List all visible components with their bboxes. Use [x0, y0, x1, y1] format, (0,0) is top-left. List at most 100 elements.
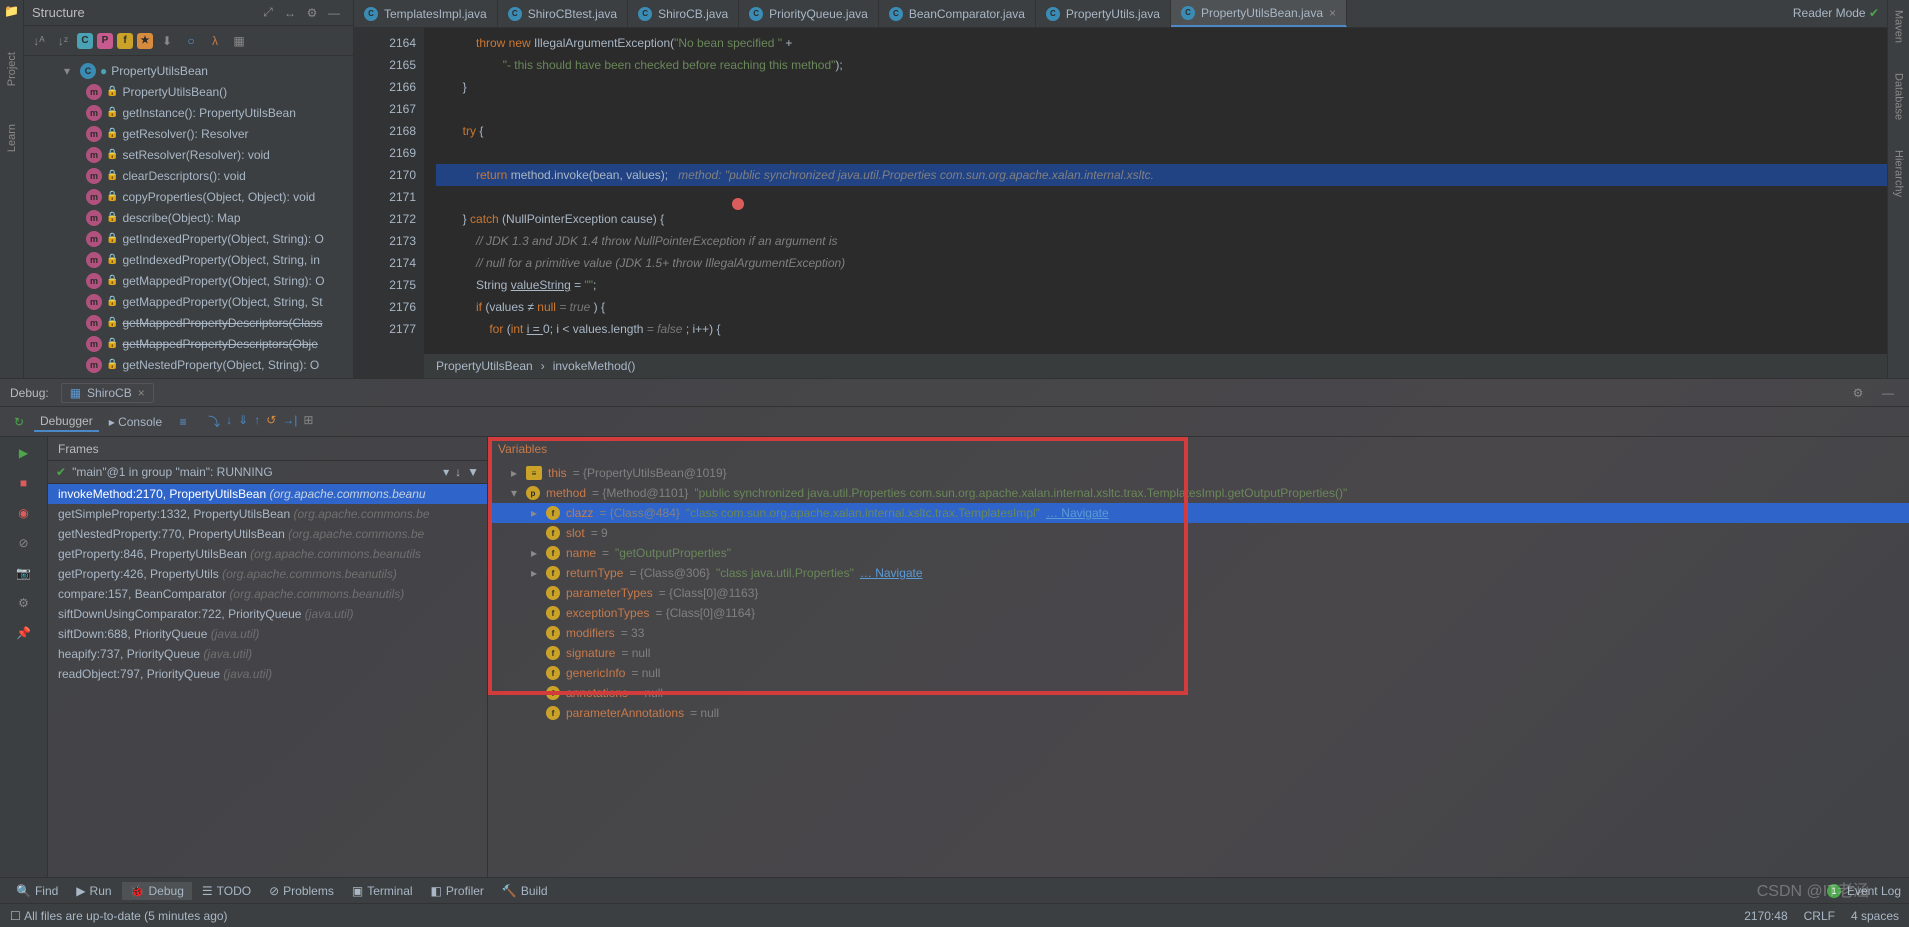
tree-method[interactable]: m🔒getMappedPropertyDescriptors(Obje: [24, 333, 353, 354]
tree-method[interactable]: m🔒getMappedPropertyDescriptors(Class: [24, 312, 353, 333]
variable-row[interactable]: fparameterTypes = {Class[0]@1163}: [488, 583, 1909, 603]
expand-icon[interactable]: ⤢: [258, 3, 278, 23]
filter3-icon[interactable]: ○: [181, 31, 201, 51]
step-over-icon[interactable]: ⤵: [208, 413, 220, 430]
expand-icon[interactable]: ▸: [508, 466, 520, 480]
bottom-tab-debug[interactable]: 🐞Debug: [122, 882, 192, 900]
tree-method[interactable]: m🔒clearDescriptors(): void: [24, 165, 353, 186]
bottom-tab-todo[interactable]: ☰TODO: [194, 882, 259, 900]
breadcrumb-method[interactable]: invokeMethod(): [553, 359, 636, 373]
tree-method[interactable]: m🔒getIndexedProperty(Object, String): O: [24, 228, 353, 249]
settings2-icon[interactable]: ⚙: [14, 593, 34, 613]
line-number[interactable]: 2171: [354, 186, 416, 208]
evaluate-icon[interactable]: ⊞: [303, 413, 313, 430]
breadcrumb[interactable]: PropertyUtilsBean › invokeMethod(): [424, 354, 1909, 378]
debugger-tab[interactable]: Debugger: [34, 412, 99, 432]
tree-method[interactable]: m🔒getNestedProperty(Object, String): O: [24, 354, 353, 375]
view-breakpoints-icon[interactable]: ◉: [14, 503, 34, 523]
line-number[interactable]: 2167: [354, 98, 416, 120]
close-tab-icon[interactable]: ×: [1329, 6, 1336, 20]
editor-tab[interactable]: CTemplatesImpl.java: [354, 0, 498, 27]
variable-row[interactable]: fannotations = null: [488, 683, 1909, 703]
navigate-link[interactable]: … Navigate: [1046, 506, 1109, 520]
hide-icon[interactable]: —: [324, 3, 344, 23]
variable-row[interactable]: fmodifiers = 33: [488, 623, 1909, 643]
close-icon[interactable]: ×: [138, 386, 145, 400]
debug-hide-icon[interactable]: —: [1878, 383, 1898, 403]
stack-frame[interactable]: getProperty:426, PropertyUtils (org.apac…: [48, 564, 487, 584]
line-number[interactable]: 2174: [354, 252, 416, 274]
bottom-tab-problems[interactable]: ⊘Problems: [261, 882, 342, 900]
line-separator[interactable]: CRLF: [1804, 909, 1835, 923]
debug-settings-icon[interactable]: ⚙: [1848, 383, 1868, 403]
line-number[interactable]: 2177: [354, 318, 416, 340]
variable-row[interactable]: ▸fclazz = {Class@484} "class com.sun.org…: [488, 503, 1909, 523]
locate-icon[interactable]: ↔: [280, 3, 300, 23]
filter-p-icon[interactable]: P: [97, 33, 113, 49]
line-number[interactable]: 2173: [354, 230, 416, 252]
debug-config-tab[interactable]: ▦ ShiroCB ×: [61, 383, 154, 403]
filter-frame-icon[interactable]: ▼: [467, 465, 479, 479]
tree-method[interactable]: m🔒getMappedProperty(Object, String): O: [24, 270, 353, 291]
filter-m-icon[interactable]: ★: [137, 33, 153, 49]
stack-frame[interactable]: invokeMethod:2170, PropertyUtilsBean (or…: [48, 484, 487, 504]
step-out-icon[interactable]: ↑: [254, 413, 260, 430]
editor-tab[interactable]: CPriorityQueue.java: [739, 0, 879, 27]
filter-f-icon[interactable]: f: [117, 33, 133, 49]
tree-method[interactable]: m🔒getResolver(): Resolver: [24, 123, 353, 144]
threads-icon[interactable]: ≡: [173, 412, 193, 432]
tree-method[interactable]: m🔒describe(Object): Map: [24, 207, 353, 228]
stop-icon[interactable]: ■: [14, 473, 34, 493]
maven-tab[interactable]: Maven: [1893, 10, 1905, 43]
prev-frame-icon[interactable]: ↓: [455, 465, 461, 479]
thread-selector[interactable]: ✔ "main"@1 in group "main": RUNNING ▾ ↓ …: [48, 461, 487, 484]
variable-row[interactable]: ▾pmethod = {Method@1101} "public synchro…: [488, 483, 1909, 503]
tree-method[interactable]: m🔒getInstance(): PropertyUtilsBean: [24, 102, 353, 123]
tree-method[interactable]: m🔒getMappedProperty(Object, String, St: [24, 291, 353, 312]
line-number[interactable]: 2172: [354, 208, 416, 230]
run-to-cursor-icon[interactable]: →|: [282, 413, 297, 430]
line-number[interactable]: 2166: [354, 76, 416, 98]
mute-breakpoints-icon[interactable]: ⊘: [14, 533, 34, 553]
variable-row[interactable]: fgenericInfo = null: [488, 663, 1909, 683]
resume-icon[interactable]: ▶: [14, 443, 34, 463]
editor-tab[interactable]: CShiroCBtest.java: [498, 0, 628, 27]
hierarchy-tab[interactable]: Hierarchy: [1893, 150, 1905, 197]
variable-row[interactable]: fexceptionTypes = {Class[0]@1164}: [488, 603, 1909, 623]
expand-icon[interactable]: ▾: [508, 486, 520, 500]
code-area[interactable]: throw new IllegalArgumentException("No b…: [424, 28, 1909, 378]
tree-method[interactable]: m🔒copyProperties(Object, Object): void: [24, 186, 353, 207]
editor-tab[interactable]: CPropertyUtils.java: [1036, 0, 1171, 27]
variable-row[interactable]: ▸≡this = {PropertyUtilsBean@1019}: [488, 463, 1909, 483]
tree-method[interactable]: m🔒setResolver(Resolver): void: [24, 144, 353, 165]
editor-tab[interactable]: CShiroCB.java: [628, 0, 739, 27]
variable-row[interactable]: fparameterAnnotations = null: [488, 703, 1909, 723]
filter-c-icon[interactable]: C: [77, 33, 93, 49]
bottom-tab-profiler[interactable]: ◧Profiler: [423, 882, 492, 900]
stack-frame[interactable]: getSimpleProperty:1332, PropertyUtilsBea…: [48, 504, 487, 524]
lambda-icon[interactable]: λ: [205, 31, 225, 51]
dropdown-icon[interactable]: ▾: [443, 465, 449, 479]
learn-tab[interactable]: Learn: [4, 120, 20, 156]
tree-method[interactable]: m🔒getIndexedProperty(Object, String, in: [24, 249, 353, 270]
sort-icon[interactable]: ↓ᴬ: [29, 31, 49, 51]
caret-position[interactable]: 2170:48: [1744, 909, 1787, 923]
step-into-icon[interactable]: ↓: [226, 413, 232, 430]
rerun-icon[interactable]: ↻: [9, 412, 29, 432]
bottom-tab-run[interactable]: ▶Run: [68, 882, 119, 900]
tree-class[interactable]: ▾C● PropertyUtilsBean: [24, 60, 353, 81]
filter2-icon[interactable]: ⬇: [157, 31, 177, 51]
breadcrumb-class[interactable]: PropertyUtilsBean: [436, 359, 533, 373]
line-number[interactable]: 2170: [354, 164, 416, 186]
expand-icon[interactable]: ▸: [528, 566, 540, 580]
line-number[interactable]: 2175: [354, 274, 416, 296]
stack-frame[interactable]: getNestedProperty:770, PropertyUtilsBean…: [48, 524, 487, 544]
line-number[interactable]: 2165: [354, 54, 416, 76]
camera-icon[interactable]: 📷: [14, 563, 34, 583]
sort2-icon[interactable]: ↓ᶻ: [53, 31, 73, 51]
expand-icon[interactable]: ▸: [528, 506, 540, 520]
stack-frame[interactable]: siftDown:688, PriorityQueue (java.util): [48, 624, 487, 644]
line-number[interactable]: 2164: [354, 32, 416, 54]
stack-frame[interactable]: compare:157, BeanComparator (org.apache.…: [48, 584, 487, 604]
bottom-tab-find[interactable]: 🔍Find: [8, 882, 66, 900]
